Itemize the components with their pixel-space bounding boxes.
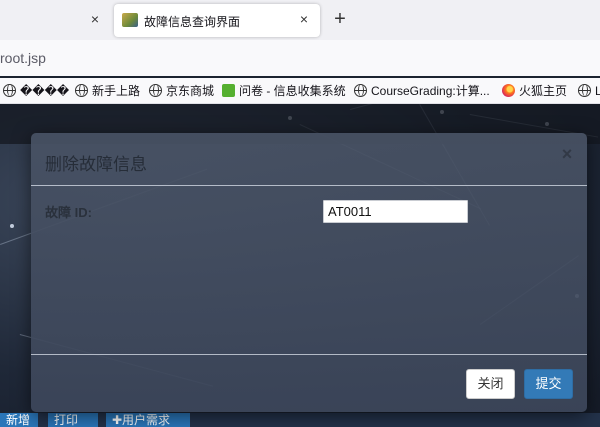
- bookmark-item[interactable]: 新手上路: [75, 83, 140, 99]
- submit-button[interactable]: 提交: [524, 369, 573, 399]
- network-node: [10, 224, 14, 228]
- bookmark-item[interactable]: L: [578, 83, 600, 99]
- bookmark-item[interactable]: 京东商城: [149, 83, 214, 99]
- tab-close-icon[interactable]: ×: [297, 12, 311, 26]
- modal-title: 删除故障信息: [45, 155, 147, 174]
- globe-icon: [149, 84, 162, 97]
- globe-icon: [578, 84, 591, 97]
- modal-header: 删除故障信息 ×: [31, 133, 587, 186]
- globe-icon: [3, 84, 16, 97]
- bookmark-item[interactable]: CourseGrading:计算...: [354, 83, 490, 99]
- delete-fault-modal: 删除故障信息 × 故障 ID: 关闭 提交: [31, 133, 587, 412]
- bookmark-item[interactable]: 问卷 - 信息收集系统: [222, 83, 346, 99]
- close-icon[interactable]: ×: [559, 145, 575, 163]
- address-bar[interactable]: [0, 40, 600, 76]
- close-button[interactable]: 关闭: [466, 369, 515, 399]
- bookmark-item[interactable]: 火狐主页: [502, 83, 567, 99]
- bookmark-item[interactable]: ����: [3, 83, 69, 99]
- fault-id-input[interactable]: [323, 200, 468, 223]
- wenjuan-icon: [222, 84, 235, 97]
- new-tab-button[interactable]: +: [330, 9, 350, 29]
- close-icon[interactable]: ×: [88, 12, 102, 26]
- add-button[interactable]: 新增: [0, 413, 38, 427]
- print-button[interactable]: 打印: [48, 413, 98, 427]
- tab-title: 故障信息查询界面: [144, 15, 241, 29]
- fault-id-label: 故障 ID:: [45, 205, 92, 220]
- globe-icon: [354, 84, 367, 97]
- url-text[interactable]: root.jsp: [0, 50, 46, 66]
- user-needs-button[interactable]: ✚用户需求: [106, 413, 190, 427]
- active-tab[interactable]: 故障信息查询界面 ×: [114, 4, 320, 37]
- favicon-icon: [122, 13, 138, 27]
- globe-icon: [75, 84, 88, 97]
- firefox-icon: [502, 84, 515, 97]
